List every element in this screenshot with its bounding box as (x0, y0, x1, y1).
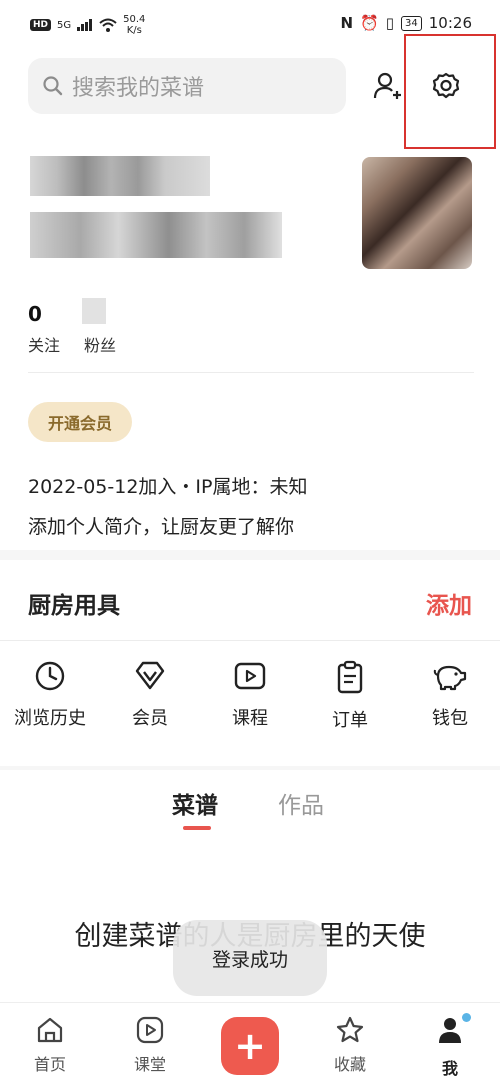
nav-favorites[interactable]: 收藏 (320, 1015, 380, 1075)
section-divider (0, 766, 500, 770)
play-icon (234, 662, 266, 690)
shortcut-label: 钱包 (432, 708, 468, 729)
following-count: 0 (28, 302, 42, 326)
kitchen-tools-title: 厨房用具 (28, 593, 120, 619)
shortcut-vip[interactable]: 会员 (105, 660, 195, 760)
clipboard-icon (337, 660, 363, 694)
divider (0, 640, 500, 641)
tab-recipes[interactable]: 菜谱 (172, 786, 218, 820)
add-user-icon (373, 72, 401, 99)
nfc-icon: N (340, 14, 354, 32)
vip-button[interactable]: 开通会员 (28, 402, 132, 442)
search-icon (43, 76, 63, 96)
nav-class[interactable]: 课堂 (120, 1015, 180, 1075)
join-info: 2022-05-12加入・IP属地：未知 (28, 476, 308, 498)
piggy-bank-icon (433, 665, 467, 691)
notification-dot (462, 1013, 471, 1022)
shortcut-label: 浏览历史 (14, 708, 86, 729)
alarm-icon: ⏰ (360, 14, 379, 32)
following-stat[interactable]: 0 (28, 302, 42, 326)
add-kitchen-tool-button[interactable]: 添加 (426, 586, 472, 620)
nav-label: 我 (441, 1059, 458, 1078)
nav-label: 首页 (33, 1055, 66, 1074)
diamond-icon (135, 661, 165, 690)
login-success-toast: 登录成功 (173, 920, 327, 996)
section-divider (0, 550, 500, 560)
nav-label: 收藏 (333, 1055, 366, 1074)
nav-me[interactable]: 我 (420, 1013, 480, 1079)
nav-label: 课堂 (133, 1055, 166, 1074)
wifi-icon (99, 18, 117, 32)
shortcut-wallet[interactable]: 钱包 (405, 660, 495, 760)
shortcut-label: 课程 (232, 708, 268, 729)
fans-label[interactable]: 粉丝 (84, 332, 116, 356)
profile-icon (439, 1018, 461, 1043)
clock-icon (35, 661, 65, 691)
battery-indicator: 34 (401, 15, 422, 31)
shortcut-row: 浏览历史 会员 课程 订单 钱包 (0, 660, 500, 760)
clock-time: 10:26 (428, 14, 472, 32)
settings-highlight-box (404, 34, 496, 149)
search-placeholder: 搜索我的菜谱 (72, 76, 205, 101)
shortcut-history[interactable]: 浏览历史 (5, 660, 95, 760)
star-icon (336, 1016, 364, 1043)
tab-works[interactable]: 作品 (278, 786, 324, 820)
vibrate-icon: ▯ (385, 14, 395, 32)
shortcut-courses[interactable]: 课程 (205, 660, 295, 760)
search-input[interactable]: 搜索我的菜谱 (28, 58, 346, 114)
network-speed: 50.4 K/s (123, 14, 146, 36)
fans-count-blurred (82, 298, 106, 324)
hd-badge: HD (30, 19, 52, 31)
home-icon (37, 1017, 63, 1043)
user-id-blurred (30, 212, 282, 258)
play-icon (136, 1016, 164, 1044)
avatar[interactable] (362, 157, 472, 269)
signal-icon (77, 19, 93, 31)
plus-icon: + (234, 1024, 266, 1068)
shortcut-label: 订单 (332, 710, 368, 731)
username-blurred (30, 156, 210, 196)
bio-prompt[interactable]: 添加个人简介，让厨友更了解你 (28, 512, 294, 539)
bottom-navigation: 首页 课堂 + 收藏 我 (0, 1002, 500, 1085)
active-tab-indicator (183, 826, 211, 830)
divider (28, 372, 474, 373)
profile-icon-wrap (435, 1013, 471, 1049)
nav-home[interactable]: 首页 (20, 1015, 80, 1075)
following-label[interactable]: 关注 (28, 332, 60, 356)
create-recipe-button[interactable]: + (221, 1017, 279, 1075)
shortcut-label: 会员 (132, 708, 168, 729)
signal-label: 5G (57, 19, 72, 31)
shortcut-orders[interactable]: 订单 (305, 660, 395, 760)
